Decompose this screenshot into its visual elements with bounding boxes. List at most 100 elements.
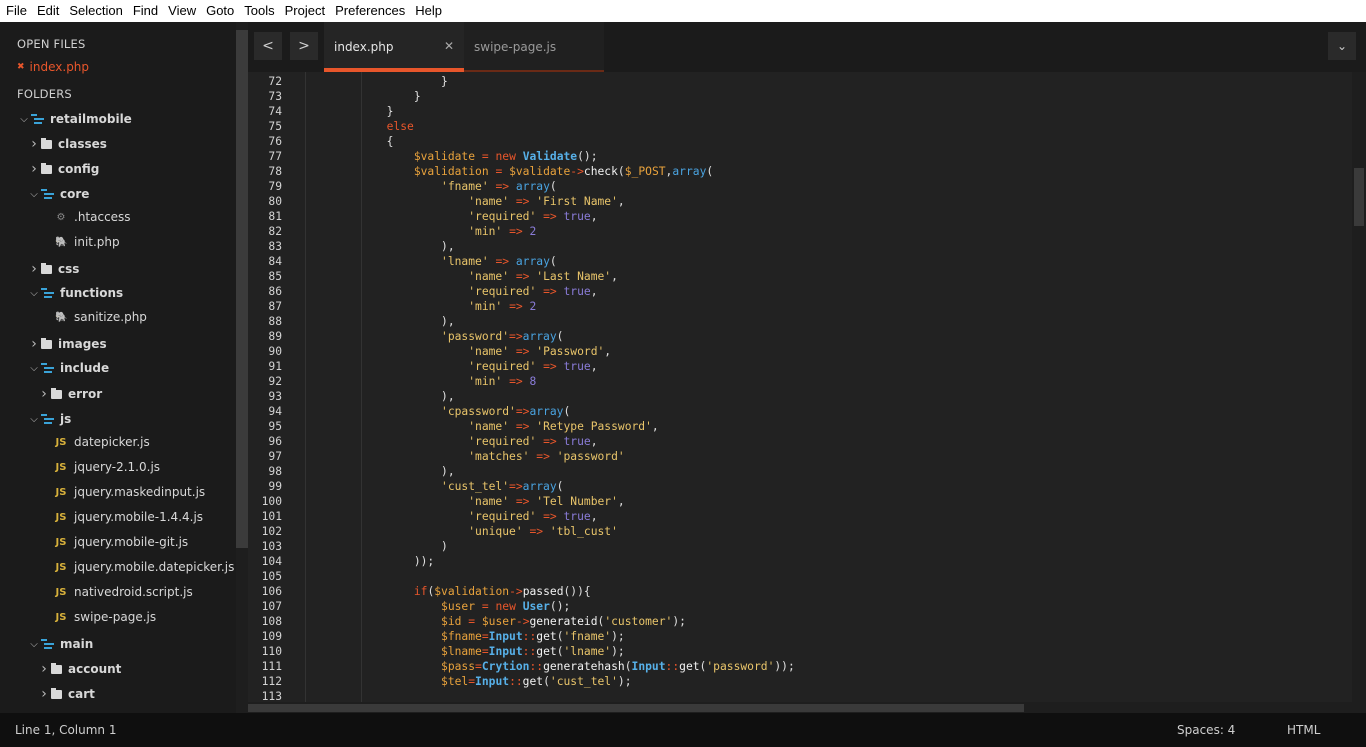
code-line[interactable]: else [305,119,414,134]
chevron-down-icon[interactable]: ⌵ [27,414,41,425]
editor-scrollbar-thumb[interactable] [1354,168,1364,226]
tree-item-css[interactable]: › css [27,258,79,280]
close-icon[interactable]: ✖ [17,62,25,72]
code-line[interactable]: 'unique' => 'tbl_cust' [305,524,618,539]
tree-item-classes[interactable]: › classes [27,133,107,155]
code-line[interactable]: 'fname' => array( [305,179,557,194]
chevron-right-icon[interactable]: › [37,686,51,702]
chevron-right-icon[interactable]: › [27,161,41,177]
code-line[interactable]: } [305,104,394,119]
chevron-down-icon[interactable]: ⌄ [1328,32,1356,60]
tab-swipe-page-js[interactable]: swipe-page.js [464,22,604,72]
chevron-right-icon[interactable]: › [37,386,51,402]
code-line[interactable]: 'name' => 'First Name', [305,194,625,209]
code-line[interactable]: 'required' => true, [305,209,597,224]
tree-item-functions[interactable]: ⌵ functions [27,282,123,304]
code-line[interactable]: 'required' => true, [305,359,597,374]
tree-item-error[interactable]: › error [37,383,102,405]
chevron-right-icon[interactable]: › [27,336,41,352]
code-line[interactable]: ), [305,314,455,329]
open-file-item[interactable]: ✖ index.php [17,56,89,78]
tree-item-swipe-page-js[interactable]: JS swipe-page.js [55,606,157,628]
menu-find[interactable]: Find [127,0,162,22]
code-line[interactable]: 'name' => 'Tel Number', [305,494,625,509]
code-line[interactable]: 'min' => 2 [305,224,536,239]
chevron-down-icon[interactable]: ⌵ [27,189,41,200]
horizontal-scrollbar[interactable] [248,702,1352,713]
code-line[interactable]: )); [305,554,434,569]
menu-selection[interactable]: Selection [63,0,126,22]
tree-item-init-php[interactable]: 🐘 init.php [55,231,120,253]
code-editor[interactable]: 72 73 74 75 76 77 78 79 80 81 82 83 84 85 86 87 88 89 90 91… [248,72,1352,702]
tree-item-jquery-2-1-0-js[interactable]: JS jquery-2.1.0.js [55,456,161,478]
code-line[interactable]: 'name' => 'Retype Password', [305,419,659,434]
chevron-down-icon[interactable]: ⌵ [17,114,31,125]
tree-item-main[interactable]: ⌵ main [27,633,93,655]
menu-preferences[interactable]: Preferences [329,0,409,22]
tree-item-include[interactable]: ⌵ include [27,357,109,379]
code-line[interactable]: 'required' => true, [305,509,597,524]
chevron-right-icon[interactable]: › [27,136,41,152]
code-line[interactable]: 'name' => 'Password', [305,344,611,359]
code-line[interactable]: $fname=Input::get('fname'); [305,629,625,644]
tree-item-retailmobile[interactable]: ⌵ retailmobile [17,108,132,130]
chevron-right-icon[interactable]: › [27,261,41,277]
menu-help[interactable]: Help [409,0,446,22]
cursor-position[interactable]: Line 1, Column 1 [15,723,117,737]
menu-file[interactable]: File [0,0,31,22]
sidebar-scrollbar[interactable] [236,22,248,713]
code-line[interactable]: ), [305,464,455,479]
code-line[interactable]: { [305,134,394,149]
next-tab-button[interactable]: > [290,32,318,60]
code-line[interactable]: $validate = new Validate(); [305,149,598,164]
code-line[interactable]: } [305,74,448,89]
tree-item-images[interactable]: › images [27,333,106,355]
tree-item-jquery-mobile-git-js[interactable]: JS jquery.mobile-git.js [55,531,189,553]
tree-item-jquery-mobile-1-4-4-js[interactable]: JS jquery.mobile-1.4.4.js [55,506,204,528]
menu-edit[interactable]: Edit [31,0,63,22]
code-line[interactable]: 'password'=>array( [305,329,563,344]
code-line[interactable]: $tel=Input::get('cust_tel'); [305,674,632,689]
menu-view[interactable]: View [162,0,200,22]
code-line[interactable]: ), [305,389,455,404]
tree-item-jquery-maskedinput-js[interactable]: JS jquery.maskedinput.js [55,481,206,503]
code-line[interactable]: 'cpassword'=>array( [305,404,570,419]
code-line[interactable]: $lname=Input::get('lname'); [305,644,625,659]
tree-item-js[interactable]: ⌵ js [27,408,71,430]
tree-item-sanitize-php[interactable]: 🐘 sanitize.php [55,306,147,328]
code-line[interactable]: 'required' => true, [305,284,597,299]
code-line[interactable]: $pass=Crytion::generatehash(Input::get('… [305,659,795,674]
tree-item-account[interactable]: › account [37,658,121,680]
code-line[interactable]: 'cust_tel'=>array( [305,479,563,494]
tab-index-php[interactable]: index.php ✕ [324,22,464,72]
chevron-down-icon[interactable]: ⌵ [27,363,41,374]
syntax-mode[interactable]: HTML [1287,723,1320,737]
menu-tools[interactable]: Tools [238,0,278,22]
chevron-down-icon[interactable]: ⌵ [27,288,41,299]
menu-project[interactable]: Project [279,0,329,22]
code-line[interactable]: 'lname' => array( [305,254,557,269]
code-line[interactable]: ), [305,239,455,254]
tree-item-cart[interactable]: › cart [37,683,95,705]
close-icon[interactable]: ✕ [444,39,454,53]
tree-item-datepicker-js[interactable]: JS datepicker.js [55,431,150,453]
tree-item-nativedroid-script-js[interactable]: JS nativedroid.script.js [55,581,193,603]
code-line[interactable]: $user = new User(); [305,599,570,614]
indentation-setting[interactable]: Spaces: 4 [1177,723,1235,737]
code-line[interactable]: ) [305,539,448,554]
tree-item-core[interactable]: ⌵ core [27,183,89,205]
tree-item-config[interactable]: › config [27,158,99,180]
tree-item-htaccess[interactable]: ⚙ .htaccess [55,206,131,228]
prev-tab-button[interactable]: < [254,32,282,60]
code-line[interactable]: 'min' => 8 [305,374,536,389]
sidebar-scrollbar-thumb[interactable] [236,30,248,548]
code-line[interactable]: $id = $user->generateid('customer'); [305,614,693,629]
code-line[interactable]: 'name' => 'Last Name', [305,269,618,284]
code-line[interactable]: if($validation->passed()){ [305,584,591,599]
code-line[interactable]: } [305,89,421,104]
chevron-down-icon[interactable]: ⌵ [27,639,41,650]
code-line[interactable]: 'matches' => 'password' [305,449,624,464]
menu-goto[interactable]: Goto [200,0,238,22]
code-line[interactable]: 'required' => true, [305,434,597,449]
code-line[interactable]: 'min' => 2 [305,299,536,314]
